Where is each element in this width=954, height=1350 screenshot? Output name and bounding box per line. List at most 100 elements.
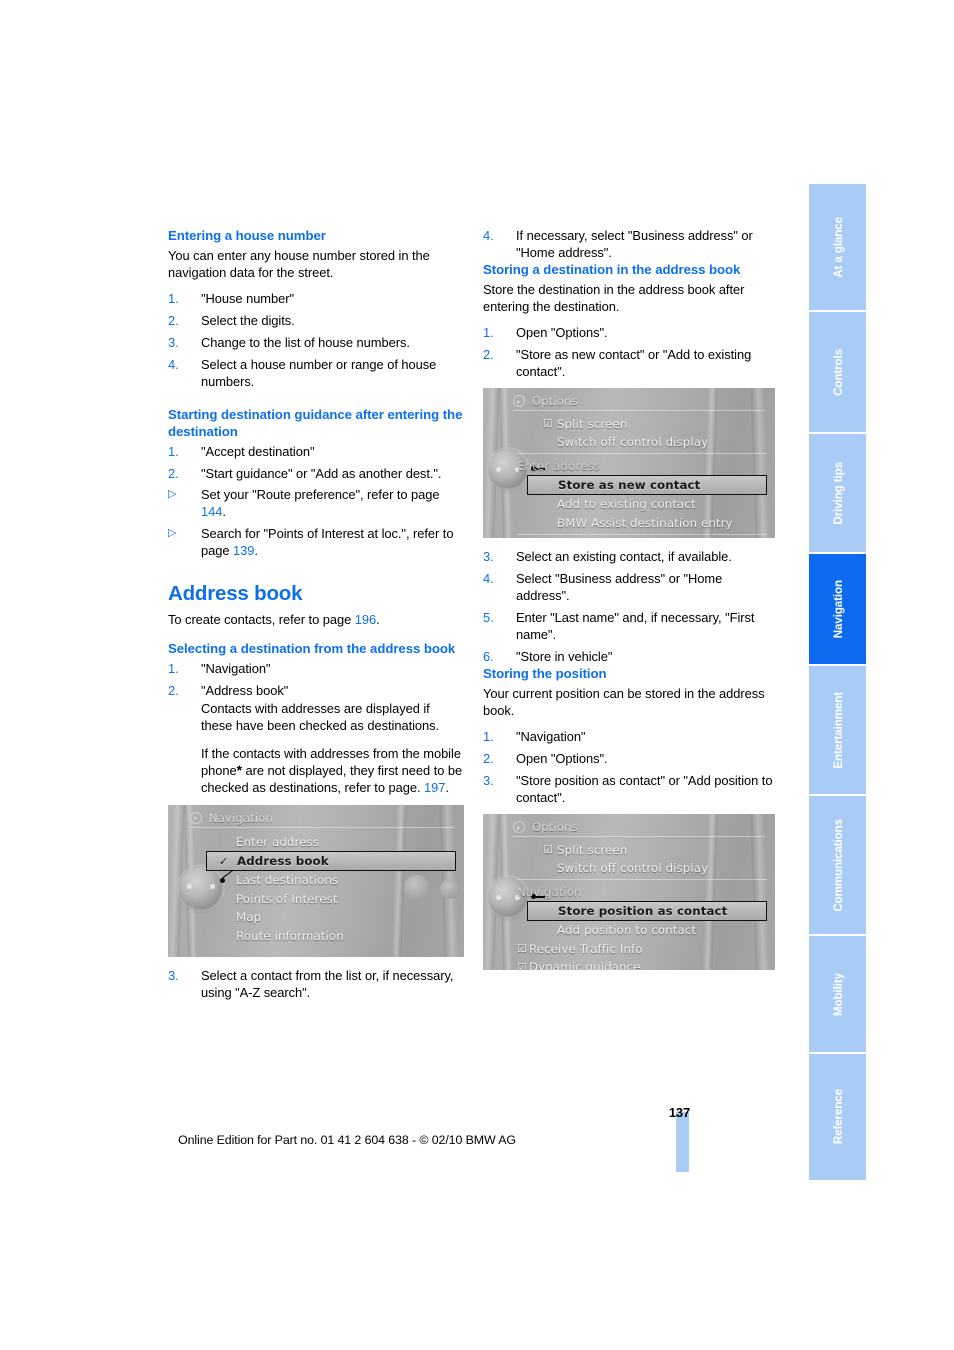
page-reference[interactable]: 196 xyxy=(355,612,376,627)
divider xyxy=(517,533,767,535)
idrive-controller-knob xyxy=(180,866,222,909)
step-text-tail: . xyxy=(222,504,226,520)
page-reference[interactable]: 197 xyxy=(424,780,445,795)
checkbox-checked-icon: ☑ xyxy=(517,942,527,956)
step-marker: 3. xyxy=(483,772,494,788)
menu-item-split-screen[interactable]: ☑ Split screen xyxy=(543,414,767,433)
list-item: 4. Select a house number or range of hou… xyxy=(168,357,464,391)
step-marker: 3. xyxy=(168,334,179,350)
list-item: 1. "Navigation" xyxy=(483,729,779,746)
step-marker: 2. xyxy=(168,465,179,481)
menu-item-store-position-as-contact[interactable]: Store position as contact xyxy=(527,900,767,921)
menu-item-label: Split screen xyxy=(557,842,628,857)
step-marker: 1. xyxy=(483,324,494,340)
sidebar-item-label: Entertainment xyxy=(831,691,845,769)
screenshot-header-title: Options xyxy=(532,820,578,835)
sidebar-item-navigation[interactable]: Navigation xyxy=(809,552,866,664)
menu-item-add-to-existing-contact[interactable]: Add to existing contact xyxy=(545,495,767,514)
step-text: "Accept destination" xyxy=(201,443,315,459)
menu-item-receive-traffic-info[interactable]: ☑ Receive Traffic Info xyxy=(517,939,767,958)
section-entering-house-number: Entering a house number You can enter an… xyxy=(168,228,464,390)
page-title: Address book xyxy=(168,582,303,606)
sidebar-item-communications[interactable]: Communications xyxy=(809,794,866,934)
step-marker: 4. xyxy=(483,571,494,587)
sidebar-item-entertainment[interactable]: Entertainment xyxy=(809,664,866,794)
sidebar-item-label: Mobility xyxy=(831,972,845,1016)
page-reference[interactable]: 144 xyxy=(201,504,222,519)
page-reference[interactable]: 139 xyxy=(233,543,254,558)
menu-item-label: Route information xyxy=(236,928,344,943)
steps-starting-guidance: 1. "Accept destination" 2. "Start guidan… xyxy=(168,444,464,560)
list-item: ▷ Search for "Points of Interest at loc.… xyxy=(168,526,464,560)
checkmark-icon: ✓ xyxy=(219,854,229,868)
menu-item-label: Switch off control display xyxy=(557,861,709,876)
menu-item-label: Receive Traffic Info xyxy=(528,941,643,956)
step-text: "House number" xyxy=(201,290,295,306)
step-marker: 5. xyxy=(483,610,494,626)
divider xyxy=(517,879,767,881)
divider xyxy=(513,836,765,838)
menu-item-points-of-interest[interactable]: Points of Interest xyxy=(224,890,456,909)
steps-continued-top: 4. If necessary, select "Business addres… xyxy=(483,228,779,262)
step-note-2: If the contacts with addresses from the … xyxy=(201,746,464,797)
list-item: 5. Enter "Last name" and, if necessary, … xyxy=(483,610,779,644)
list-item: 2. Select the digits. xyxy=(168,313,464,330)
divider xyxy=(517,453,767,455)
list-item: ▷ Set your "Route preference", refer to … xyxy=(168,487,464,521)
divider xyxy=(513,410,765,412)
menu-item-add-position-to-contact[interactable]: Add position to contact xyxy=(545,921,767,940)
heading-starting-destination-guidance: Starting destination guidance after ente… xyxy=(168,407,463,439)
menu-item-label: Store position as contact xyxy=(558,903,728,918)
menu-item-enter-address[interactable]: Enter address xyxy=(224,833,456,852)
step-text: Select the digits. xyxy=(201,312,295,328)
sidebar-item-mobility[interactable]: Mobility xyxy=(809,934,866,1052)
step-note-1: Contacts with addresses are displayed if… xyxy=(201,701,440,733)
step-marker: 1. xyxy=(483,728,494,744)
list-item: 1. "Accept destination" xyxy=(168,444,464,461)
screenshot-header-title: Navigation xyxy=(209,810,274,825)
menu-item-address-book[interactable]: ✓ Address book xyxy=(206,851,456,872)
menu-item-label: Add to existing contact xyxy=(557,497,696,512)
menu-item-switch-off-control-display[interactable]: Switch off control display xyxy=(545,433,767,452)
menu-item-bmw-assist-destination-entry[interactable]: BMW Assist destination entry xyxy=(545,513,767,532)
step-text: Set your "Route preference", refer to pa… xyxy=(201,487,440,503)
list-item: 2. Open "Options". xyxy=(483,751,779,768)
menu-item-label: Store as new contact xyxy=(558,477,701,492)
sidebar-item-reference[interactable]: Reference xyxy=(809,1052,866,1180)
sidebar-item-at-a-glance[interactable]: At a glance xyxy=(809,184,866,310)
menu-item-last-destinations[interactable]: Last destinations xyxy=(224,871,456,890)
heading-storing-position: Storing the position xyxy=(483,665,607,681)
menu-item-store-as-new-contact[interactable]: Store as new contact xyxy=(527,474,767,495)
step-text: Select "Business address" or "Home addre… xyxy=(516,571,723,604)
sidebar-item-controls[interactable]: Controls xyxy=(809,310,866,432)
step-marker: 3. xyxy=(483,549,494,565)
options-arrow-icon xyxy=(513,395,525,408)
screenshot-header-title: Options xyxy=(532,394,578,409)
list-item: 4. Select "Business address" or "Home ad… xyxy=(483,571,779,605)
step-marker: 1. xyxy=(168,290,179,306)
menu-item-switch-off-control-display[interactable]: Switch off control display xyxy=(545,859,767,878)
menu-item-label: Dynamic guidance xyxy=(528,960,641,971)
steps-selecting-destination-cont: 3. Select a contact from the list or, if… xyxy=(168,968,464,1002)
menu-item-route-information[interactable]: Route information xyxy=(224,927,456,946)
list-item: 2. "Start guidance" or "Add as another d… xyxy=(168,466,464,483)
step-text: Change to the list of house numbers. xyxy=(201,334,410,350)
left-column: Entering a house number You can enter an… xyxy=(168,228,464,1001)
step-marker: 4. xyxy=(168,356,179,372)
sidebar-item-label: Navigation xyxy=(831,579,845,639)
step-text: Open "Options". xyxy=(516,324,608,340)
step-marker: 3. xyxy=(168,967,179,983)
idrive-menu-list: ☑ Split screen Switch off control displa… xyxy=(517,414,767,538)
list-item: 2. "Store as new contact" or "Add to exi… xyxy=(483,347,779,381)
list-item: 4. If necessary, select "Business addres… xyxy=(483,228,779,262)
sidebar-item-driving-tips[interactable]: Driving tips xyxy=(809,432,866,552)
menu-item-map[interactable]: Map xyxy=(224,908,456,927)
section-address-book: Address book To create contacts, refer t… xyxy=(168,582,464,629)
list-item: 1. Open "Options". xyxy=(483,325,779,342)
steps-storing-destination-cont: 3. Select an existing contact, if availa… xyxy=(483,549,779,665)
navigation-arrow-icon xyxy=(190,811,202,824)
screenshot-header: Options xyxy=(513,393,769,409)
menu-item-dynamic-guidance[interactable]: ☑ Dynamic guidance xyxy=(517,958,767,971)
step-marker: 6. xyxy=(483,648,494,664)
menu-item-split-screen[interactable]: ☑ Split screen xyxy=(543,840,767,859)
